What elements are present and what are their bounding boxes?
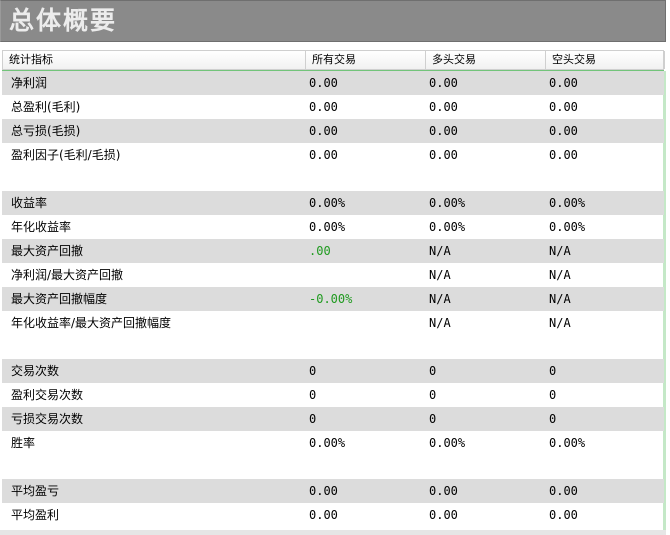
short-trades-value: 0.00 bbox=[549, 124, 578, 138]
long-trades-value: 0 bbox=[429, 412, 437, 426]
all-trades-value: 0.00 bbox=[309, 484, 338, 498]
short-trades-value: 0.00 bbox=[549, 76, 578, 90]
table-row[interactable]: 平均盈利 0.00 0.00 0.00 bbox=[2, 503, 664, 527]
metric-label: 胜率 bbox=[11, 436, 36, 450]
bottom-edge bbox=[0, 530, 666, 535]
long-trades-value: 0.00 bbox=[429, 508, 458, 522]
long-trades-value: 0.00% bbox=[429, 196, 466, 210]
long-trades-value: N/A bbox=[429, 292, 451, 306]
metric-label: 盈利交易次数 bbox=[11, 388, 84, 402]
all-trades-value: .00 bbox=[309, 244, 331, 258]
table-row[interactable]: 胜率 0.00% 0.00% 0.00% bbox=[2, 431, 664, 479]
long-trades-value: 0.00 bbox=[429, 148, 458, 162]
table-row[interactable]: 最大资产回撤幅度 -0.00% N/A N/A bbox=[2, 287, 664, 311]
metric-label: 最大资产回撤幅度 bbox=[11, 292, 108, 306]
table-row[interactable]: 盈利交易次数 0 0 0 bbox=[2, 383, 664, 407]
short-trades-value: N/A bbox=[549, 292, 571, 306]
long-trades-value: 0.00 bbox=[429, 484, 458, 498]
short-trades-value: 0 bbox=[549, 412, 557, 426]
table-header: 统计指标 所有交易 多头交易 空头交易 bbox=[2, 50, 665, 70]
metric-label: 年化收益率 bbox=[11, 220, 72, 234]
table-row[interactable]: 盈利因子(毛利/毛损) 0.00 0.00 0.00 bbox=[2, 143, 664, 191]
table-row[interactable]: 总亏损(毛损) 0.00 0.00 0.00 bbox=[2, 119, 664, 143]
short-trades-value: 0 bbox=[549, 388, 557, 402]
table-row[interactable]: 年化收益率 0.00% 0.00% 0.00% bbox=[2, 215, 664, 239]
all-trades-value: 0.00 bbox=[309, 100, 338, 114]
short-trades-value: 0.00 bbox=[549, 508, 578, 522]
all-trades-value: 0.00 bbox=[309, 124, 338, 138]
stats-table: 统计指标 所有交易 多头交易 空头交易 净利润 0.00 0.00 0.00 总… bbox=[2, 50, 666, 530]
all-trades-value: 0.00 bbox=[309, 148, 338, 162]
all-trades-value: 0 bbox=[309, 364, 317, 378]
metric-label: 净利润 bbox=[11, 76, 48, 90]
short-trades-value: N/A bbox=[549, 268, 571, 282]
metric-label: 净利润/最大资产回撤 bbox=[11, 268, 124, 282]
long-trades-value: N/A bbox=[429, 316, 451, 330]
column-header-all-trades[interactable]: 所有交易 bbox=[306, 51, 426, 69]
table-row[interactable]: 平均盈亏 0.00 0.00 0.00 bbox=[2, 479, 664, 503]
metric-label: 总盈利(毛利) bbox=[11, 100, 81, 114]
long-trades-value: 0.00 bbox=[429, 100, 458, 114]
metric-label: 亏损交易次数 bbox=[11, 412, 84, 426]
short-trades-value: 0.00% bbox=[549, 436, 586, 450]
metric-label: 平均盈利 bbox=[11, 508, 60, 522]
title-bar: 总体概要 bbox=[0, 0, 666, 42]
short-trades-value: 0.00 bbox=[549, 148, 578, 162]
long-trades-value: N/A bbox=[429, 268, 451, 282]
long-trades-value: 0.00% bbox=[429, 220, 466, 234]
short-trades-value: 0.00% bbox=[549, 220, 586, 234]
page-title: 总体概要 bbox=[9, 6, 118, 35]
table-row[interactable]: 净利润/最大资产回撤 N/A N/A bbox=[2, 263, 664, 287]
short-trades-value: 0.00 bbox=[549, 484, 578, 498]
long-trades-value: 0 bbox=[429, 364, 437, 378]
all-trades-value: 0 bbox=[309, 412, 317, 426]
column-header-long-trades[interactable]: 多头交易 bbox=[426, 51, 546, 69]
long-trades-value: N/A bbox=[429, 244, 451, 258]
column-header-metric[interactable]: 统计指标 bbox=[3, 51, 306, 69]
long-trades-value: 0.00% bbox=[429, 436, 466, 450]
summary-window: 总体概要 统计指标 所有交易 多头交易 空头交易 净利润 0.00 0.00 0… bbox=[0, 0, 670, 535]
metric-label: 年化收益率/最大资产回撤幅度 bbox=[11, 316, 172, 330]
metric-label: 交易次数 bbox=[11, 364, 60, 378]
all-trades-value: 0.00% bbox=[309, 220, 346, 234]
table-row[interactable]: 最大资产回撤 .00 N/A N/A bbox=[2, 239, 664, 263]
table-row[interactable]: 收益率 0.00% 0.00% 0.00% bbox=[2, 191, 664, 215]
short-trades-value: 0.00 bbox=[549, 100, 578, 114]
metric-label: 最大资产回撤 bbox=[11, 244, 84, 258]
column-header-short-trades[interactable]: 空头交易 bbox=[546, 51, 665, 69]
all-trades-value: 0.00% bbox=[309, 436, 346, 450]
table-row[interactable]: 交易次数 0 0 0 bbox=[2, 359, 664, 383]
metric-label: 平均盈亏 bbox=[11, 484, 60, 498]
table-row[interactable]: 总盈利(毛利) 0.00 0.00 0.00 bbox=[2, 95, 664, 119]
all-trades-value: -0.00% bbox=[309, 292, 353, 306]
metric-label: 盈利因子(毛利/毛损) bbox=[11, 148, 121, 162]
long-trades-value: 0.00 bbox=[429, 76, 458, 90]
all-trades-value: 0.00 bbox=[309, 508, 338, 522]
metric-label: 总亏损(毛损) bbox=[11, 124, 81, 138]
metric-label: 收益率 bbox=[11, 196, 48, 210]
short-trades-value: 0 bbox=[549, 364, 557, 378]
long-trades-value: 0.00 bbox=[429, 124, 458, 138]
short-trades-value: 0.00% bbox=[549, 196, 586, 210]
all-trades-value: 0 bbox=[309, 388, 317, 402]
all-trades-value: 0.00% bbox=[309, 196, 346, 210]
short-trades-value: N/A bbox=[549, 244, 571, 258]
table-row[interactable]: 亏损交易次数 0 0 0 bbox=[2, 407, 664, 431]
table-row[interactable]: 净利润 0.00 0.00 0.00 bbox=[2, 71, 664, 95]
short-trades-value: N/A bbox=[549, 316, 571, 330]
all-trades-value: 0.00 bbox=[309, 76, 338, 90]
table-row[interactable]: 年化收益率/最大资产回撤幅度 N/A N/A bbox=[2, 311, 664, 359]
long-trades-value: 0 bbox=[429, 388, 437, 402]
